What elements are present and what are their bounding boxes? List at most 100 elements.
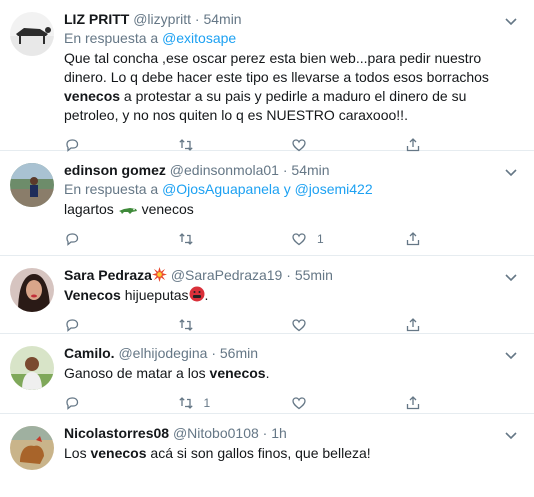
reply-prefix: En respuesta a xyxy=(64,181,159,197)
retweet-button[interactable] xyxy=(178,231,292,247)
like-icon xyxy=(292,397,306,410)
separator-dot: · xyxy=(194,11,200,27)
reply-button[interactable] xyxy=(64,231,178,247)
share-icon xyxy=(406,396,419,410)
retweet-icon xyxy=(178,319,193,331)
user-handle[interactable]: @lizypritt xyxy=(133,11,191,27)
caret-down-icon[interactable] xyxy=(502,268,520,286)
reply-icon xyxy=(66,233,79,246)
tweet-header: Sara Pedraza @SaraPedraza19 · 55min xyxy=(64,266,518,285)
timestamp[interactable]: 56min xyxy=(220,345,258,361)
display-name[interactable]: Nicolastorres08 xyxy=(64,425,169,441)
display-name[interactable]: LIZ PRITT xyxy=(64,11,129,27)
retweet-button[interactable] xyxy=(178,317,292,333)
separator-dot: · xyxy=(211,345,216,361)
tweet-text-part: Ganoso de matar a los xyxy=(64,365,210,381)
retweet-count: 1 xyxy=(203,396,211,410)
share-button[interactable] xyxy=(405,231,519,247)
separator-dot: · xyxy=(286,267,291,283)
like-icon xyxy=(292,233,306,246)
user-handle[interactable]: @elhijodegina xyxy=(118,345,207,361)
like-button[interactable]: 1 xyxy=(291,231,405,247)
like-button[interactable] xyxy=(291,395,405,411)
share-button[interactable] xyxy=(405,395,519,411)
tweet[interactable]: Nicolastorres08 @Nitobo0108 · 1h Los ven… xyxy=(0,414,534,497)
reply-context: En respuesta a @exitosape xyxy=(64,29,518,48)
tweet-text-part: acá si son gallos finos, que belleza! xyxy=(146,445,371,461)
reply-prefix: En respuesta a xyxy=(64,30,159,46)
separator-dot: · xyxy=(262,425,268,441)
display-name[interactable]: Camilo. xyxy=(64,345,115,361)
reply-mention-link[interactable]: @OjosAguapanela xyxy=(162,181,280,197)
share-icon xyxy=(406,232,419,246)
tweet-header: Nicolastorres08 @Nitobo0108 · 1h xyxy=(64,424,518,443)
tweet-text-part: a protestar a su pais y pedirle a maduro… xyxy=(64,88,467,123)
tweet-text: Venecos hijueputas. xyxy=(64,286,518,305)
share-button[interactable] xyxy=(405,317,519,333)
tweet-text: Que tal concha ,ese oscar perez esta bie… xyxy=(64,49,518,125)
like-icon xyxy=(292,319,306,332)
avatar[interactable] xyxy=(10,346,54,390)
reply-context: En respuesta a @OjosAguapanela y @josemi… xyxy=(64,180,518,199)
tweet-text-part: Los xyxy=(64,445,91,461)
display-name[interactable]: edinson gomez xyxy=(64,162,166,178)
tweet-header: LIZ PRITT @lizypritt · 54min xyxy=(64,10,518,29)
tweet-text: Ganoso de matar a los venecos. xyxy=(64,364,518,383)
tweet-text-part: hijueputas xyxy=(120,287,189,303)
timestamp[interactable]: 55min xyxy=(295,267,333,283)
display-name[interactable]: Sara Pedraza xyxy=(64,267,152,283)
tweet[interactable]: LIZ PRITT @lizypritt · 54min En respuest… xyxy=(0,0,534,152)
tweet-text-part: venecos xyxy=(141,201,194,217)
tweet-feed: LIZ PRITT @lizypritt · 54min En respuest… xyxy=(0,0,534,497)
tweet-actions xyxy=(64,316,518,334)
highlighted-term: Venecos xyxy=(64,287,121,303)
highlighted-term: venecos xyxy=(90,445,147,461)
reply-button[interactable] xyxy=(64,317,178,333)
user-handle[interactable]: @Nitobo0108 xyxy=(173,425,259,441)
timestamp[interactable]: 1h xyxy=(271,425,287,441)
crocodile-emoji-icon xyxy=(118,208,137,214)
reply-button[interactable] xyxy=(64,395,178,411)
avatar[interactable] xyxy=(10,12,54,56)
tweet-actions: 1 xyxy=(64,230,518,248)
tweet-header: edinson gomez @edinsonmola01 · 54min xyxy=(64,161,518,180)
user-handle[interactable]: @edinsonmola01 xyxy=(170,162,279,178)
reply-mention-link[interactable]: @exitosape xyxy=(162,30,236,46)
retweet-icon xyxy=(178,233,193,245)
highlighted-term: venecos xyxy=(209,365,266,381)
retweet-button[interactable]: 1 xyxy=(178,395,292,411)
tweet-header: Camilo. @elhijodegina · 56min xyxy=(64,344,518,363)
tweet-text: Los venecos acá si son gallos finos, que… xyxy=(64,444,518,463)
caret-down-icon[interactable] xyxy=(502,163,520,181)
tweet-text-part: lagartos xyxy=(64,201,114,217)
collision-emoji-icon xyxy=(151,267,167,282)
tweet[interactable]: Camilo. @elhijodegina · 56min Ganoso de … xyxy=(0,334,534,414)
reply-mention-link[interactable]: @josemi422 xyxy=(295,181,373,197)
avatar[interactable] xyxy=(10,426,54,470)
timestamp[interactable]: 54min xyxy=(203,11,241,27)
avatar[interactable] xyxy=(10,163,54,207)
retweet-icon xyxy=(178,397,193,409)
tweet-actions: 1 xyxy=(64,394,518,412)
caret-down-icon[interactable] xyxy=(502,426,520,444)
tweet[interactable]: Sara Pedraza @SaraPedraza19 · 55min Vene… xyxy=(0,256,534,334)
tweet-text-part: . xyxy=(265,365,270,381)
avatar[interactable] xyxy=(10,268,54,312)
highlighted-term: venecos xyxy=(64,88,121,104)
like-count: 1 xyxy=(317,232,324,246)
reply-icon xyxy=(66,319,79,332)
timestamp[interactable]: 54min xyxy=(291,162,329,178)
caret-down-icon[interactable] xyxy=(502,346,520,364)
reply-conjunction: y xyxy=(283,181,291,197)
user-handle[interactable]: @SaraPedraza19 xyxy=(171,267,283,283)
separator-dot: · xyxy=(282,162,288,178)
tweet-text: lagartos venecos xyxy=(64,200,518,219)
cursing-face-emoji-icon xyxy=(189,286,205,302)
reply-icon xyxy=(66,397,79,410)
tweet[interactable]: edinson gomez @edinsonmola01 · 54min En … xyxy=(0,151,534,256)
tweet-text-part: Que tal concha ,ese oscar perez esta bie… xyxy=(64,50,489,85)
tweet-text-part: . xyxy=(204,287,209,303)
share-icon xyxy=(406,318,419,332)
caret-down-icon[interactable] xyxy=(502,12,520,30)
like-button[interactable] xyxy=(291,317,405,333)
